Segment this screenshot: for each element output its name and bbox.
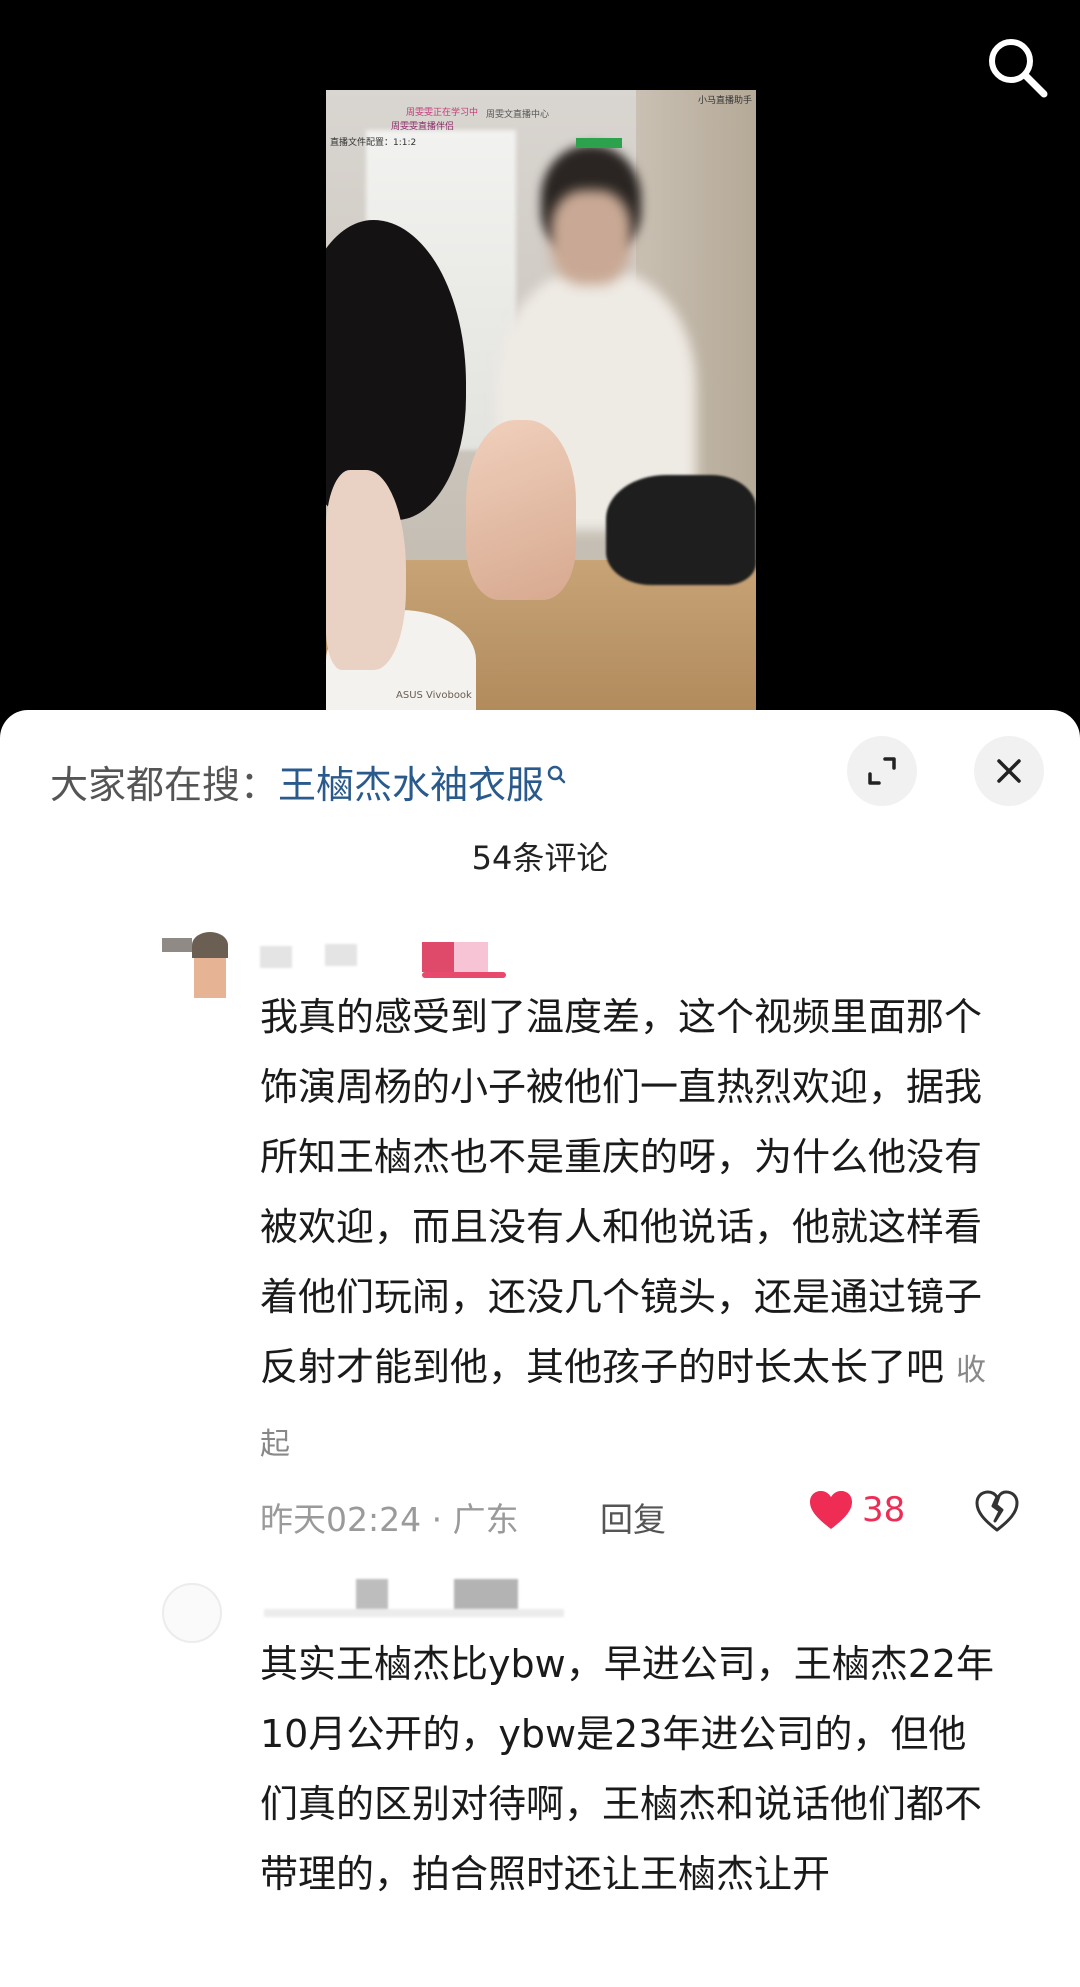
username-blurred[interactable] (260, 946, 292, 968)
search-suggestion-prefix: 大家都在搜： (50, 763, 279, 807)
comment-meta: 昨天02:24 · 广东 回复 38 (260, 1489, 1030, 1539)
dislike-button[interactable] (974, 1489, 1020, 1541)
comment-text: 其实王樐杰比ybw，早进公司，王樐杰22年10月公开的，ybw是23年进公司的，… (260, 1642, 995, 1896)
video-overlay-text: 周雯文直播中心 (486, 110, 550, 120)
username-blurred[interactable] (356, 1579, 388, 1609)
expand-icon (868, 757, 896, 785)
magnifier-small-icon (546, 754, 566, 798)
avatar[interactable] (162, 932, 228, 998)
video-overlay-text: 直播文件配置：1:1:2 (330, 138, 417, 148)
laptop-brand-label: ASUS Vivobook (396, 690, 472, 701)
expand-button[interactable] (847, 736, 917, 806)
user-badge-blurred (422, 942, 506, 980)
video-frame: 周雯雯正在学习中 周雯雯直播伴侣 直播文件配置：1:1:2 周雯文直播中心 小马… (326, 90, 756, 710)
video-background-person-face (551, 190, 631, 285)
comment-body: 我真的感受到了温度差，这个视频里面那个饰演周杨的小子被他们一直热烈欢迎，据我所知… (260, 995, 983, 1389)
video-foreground-face (326, 470, 406, 670)
video-player[interactable]: 周雯雯正在学习中 周雯雯直播伴侣 直播文件配置：1:1:2 周雯文直播中心 小马… (0, 0, 1080, 720)
video-clasped-hands (466, 420, 576, 600)
close-button[interactable] (974, 736, 1044, 806)
username-blurred[interactable] (325, 944, 357, 966)
video-overlay-text: 小马直播助手 (698, 96, 753, 106)
close-icon (997, 759, 1021, 783)
comment-sheet: 大家都在搜：王樐杰水袖衣服 54条评论 我真的感受到了温度差，这个视频里面那个饰… (0, 710, 1080, 1987)
comment-time-location: 昨天02:24 · 广东 (260, 1500, 519, 1539)
broken-heart-icon (975, 1490, 1019, 1532)
like-count: 38 (862, 1490, 906, 1530)
comment-text: 我真的感受到了温度差，这个视频里面那个饰演周杨的小子被他们一直热烈欢迎，据我所知… (260, 982, 1000, 1480)
comment-count-title: 54条评论 (471, 839, 609, 877)
username-blurred[interactable] (454, 1579, 518, 1609)
avatar[interactable] (162, 1583, 228, 1649)
search-button[interactable] (982, 32, 1052, 102)
like-button[interactable]: 38 (808, 1489, 905, 1531)
video-bag (606, 475, 756, 585)
search-icon (989, 39, 1048, 98)
video-overlay-text: 周雯雯直播伴侣 (391, 122, 455, 132)
video-overlay-text: 周雯雯正在学习中 (406, 108, 479, 118)
heart-icon (810, 1491, 852, 1529)
username-blurred[interactable] (264, 1609, 564, 1617)
search-suggestion[interactable]: 大家都在搜：王樐杰水袖衣服 (50, 754, 566, 809)
search-suggestion-term[interactable]: 王樐杰水袖衣服 (278, 763, 544, 807)
video-green-tag (576, 138, 622, 148)
reply-button[interactable]: 回复 (600, 1493, 666, 1541)
